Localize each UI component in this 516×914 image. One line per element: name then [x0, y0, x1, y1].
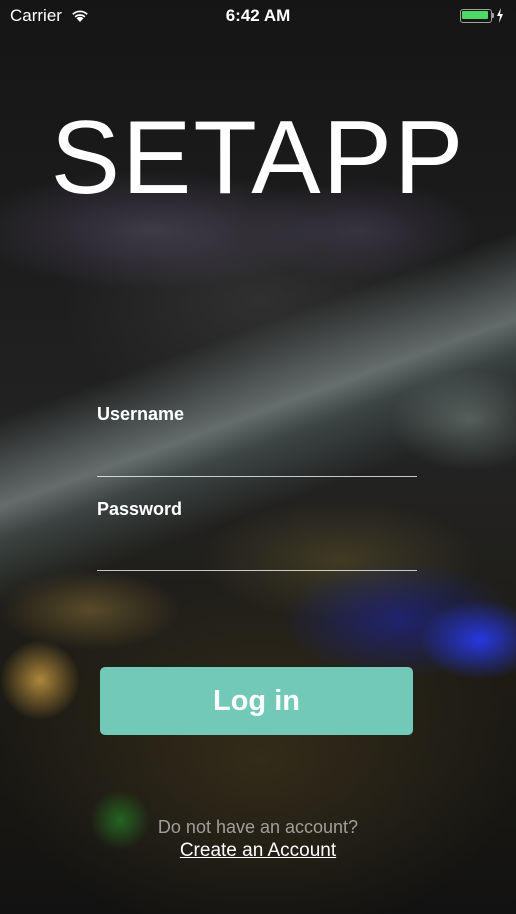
login-button[interactable]: Log in [100, 667, 413, 735]
battery-cap [492, 13, 494, 18]
username-label: Username [97, 404, 185, 424]
username-input[interactable] [97, 446, 417, 477]
status-bar: Carrier 6:42 AM [0, 0, 516, 32]
charging-bolt-icon [497, 8, 503, 23]
no-account-prompt: Do not have an account? [157, 817, 359, 837]
create-account-container: Create an Account [0, 840, 516, 862]
status-time: 6:42 AM [225, 6, 291, 25]
password-input[interactable] [97, 540, 417, 571]
create-account-link[interactable]: Create an Account [180, 840, 336, 861]
battery-fill [462, 11, 488, 19]
battery-icon [460, 8, 503, 23]
app-logo-title: SETAPP [50, 100, 466, 216]
password-label: Password [97, 499, 183, 519]
login-screen: Carrier 6:42 AM SETAPP Username Password… [0, 0, 516, 914]
